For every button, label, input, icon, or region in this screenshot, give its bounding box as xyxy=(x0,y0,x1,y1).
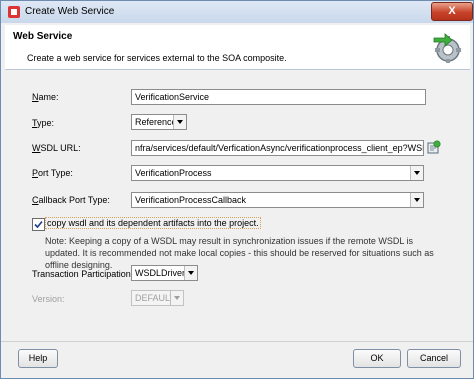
cancel-button[interactable]: Cancel xyxy=(407,349,461,368)
chevron-down-icon[interactable] xyxy=(184,266,197,280)
callback-port-type-value: VerificationProcessCallback xyxy=(135,195,247,205)
type-select[interactable]: Reference xyxy=(131,114,187,130)
type-value: Reference xyxy=(135,117,177,127)
chevron-down-icon[interactable] xyxy=(173,115,186,129)
ok-button[interactable]: OK xyxy=(353,349,401,368)
port-type-select[interactable]: VerificationProcess xyxy=(131,165,424,181)
copy-wsdl-label[interactable]: copy wsdl and its dependent artifacts in… xyxy=(45,217,261,229)
app-icon xyxy=(8,6,20,18)
callback-port-type-label: Callback Port Type: xyxy=(32,195,110,205)
window-title: Create Web Service xyxy=(25,6,115,17)
name-label: Name: xyxy=(32,92,59,102)
version-value: DEFAULT xyxy=(135,293,175,303)
browse-wsdl-icon[interactable] xyxy=(427,140,441,154)
transaction-participation-value: WSDLDriven xyxy=(135,268,188,278)
close-button[interactable]: X xyxy=(431,2,473,21)
copy-wsdl-note: Note: Keeping a copy of a WSDL may resul… xyxy=(45,236,434,270)
transaction-participation-label: Transaction Participation: xyxy=(32,269,134,279)
help-button[interactable]: Help xyxy=(18,349,58,368)
header-description: Create a web service for services extern… xyxy=(27,53,287,63)
create-web-service-dialog: Create Web Service X Web Service Create … xyxy=(0,0,474,379)
wsdl-url-label: WSDL URL: xyxy=(32,143,81,153)
port-type-label: Port Type: xyxy=(32,168,73,178)
chevron-down-icon xyxy=(170,291,183,305)
checkmark-icon xyxy=(34,220,43,229)
title-bar: Create Web Service X xyxy=(1,1,473,23)
header-panel: Web Service Create a web service for ser… xyxy=(5,25,470,70)
copy-wsdl-checkbox[interactable] xyxy=(32,218,45,231)
name-field[interactable]: VerificationService xyxy=(131,89,426,105)
chevron-down-icon[interactable] xyxy=(410,193,423,207)
button-bar-separator xyxy=(1,341,473,342)
callback-port-type-select[interactable]: VerificationProcessCallback xyxy=(131,192,424,208)
web-service-gear-icon xyxy=(433,33,461,63)
header-title: Web Service xyxy=(13,31,73,42)
version-label: Version: xyxy=(32,294,65,304)
type-label: Type: xyxy=(32,118,55,128)
wsdl-url-field[interactable]: nfra/services/default/VerficationAsync/v… xyxy=(131,140,424,156)
transaction-participation-select[interactable]: WSDLDriven xyxy=(131,265,198,281)
port-type-value: VerificationProcess xyxy=(135,168,212,178)
chevron-down-icon[interactable] xyxy=(410,166,423,180)
version-select: DEFAULT xyxy=(131,290,184,306)
